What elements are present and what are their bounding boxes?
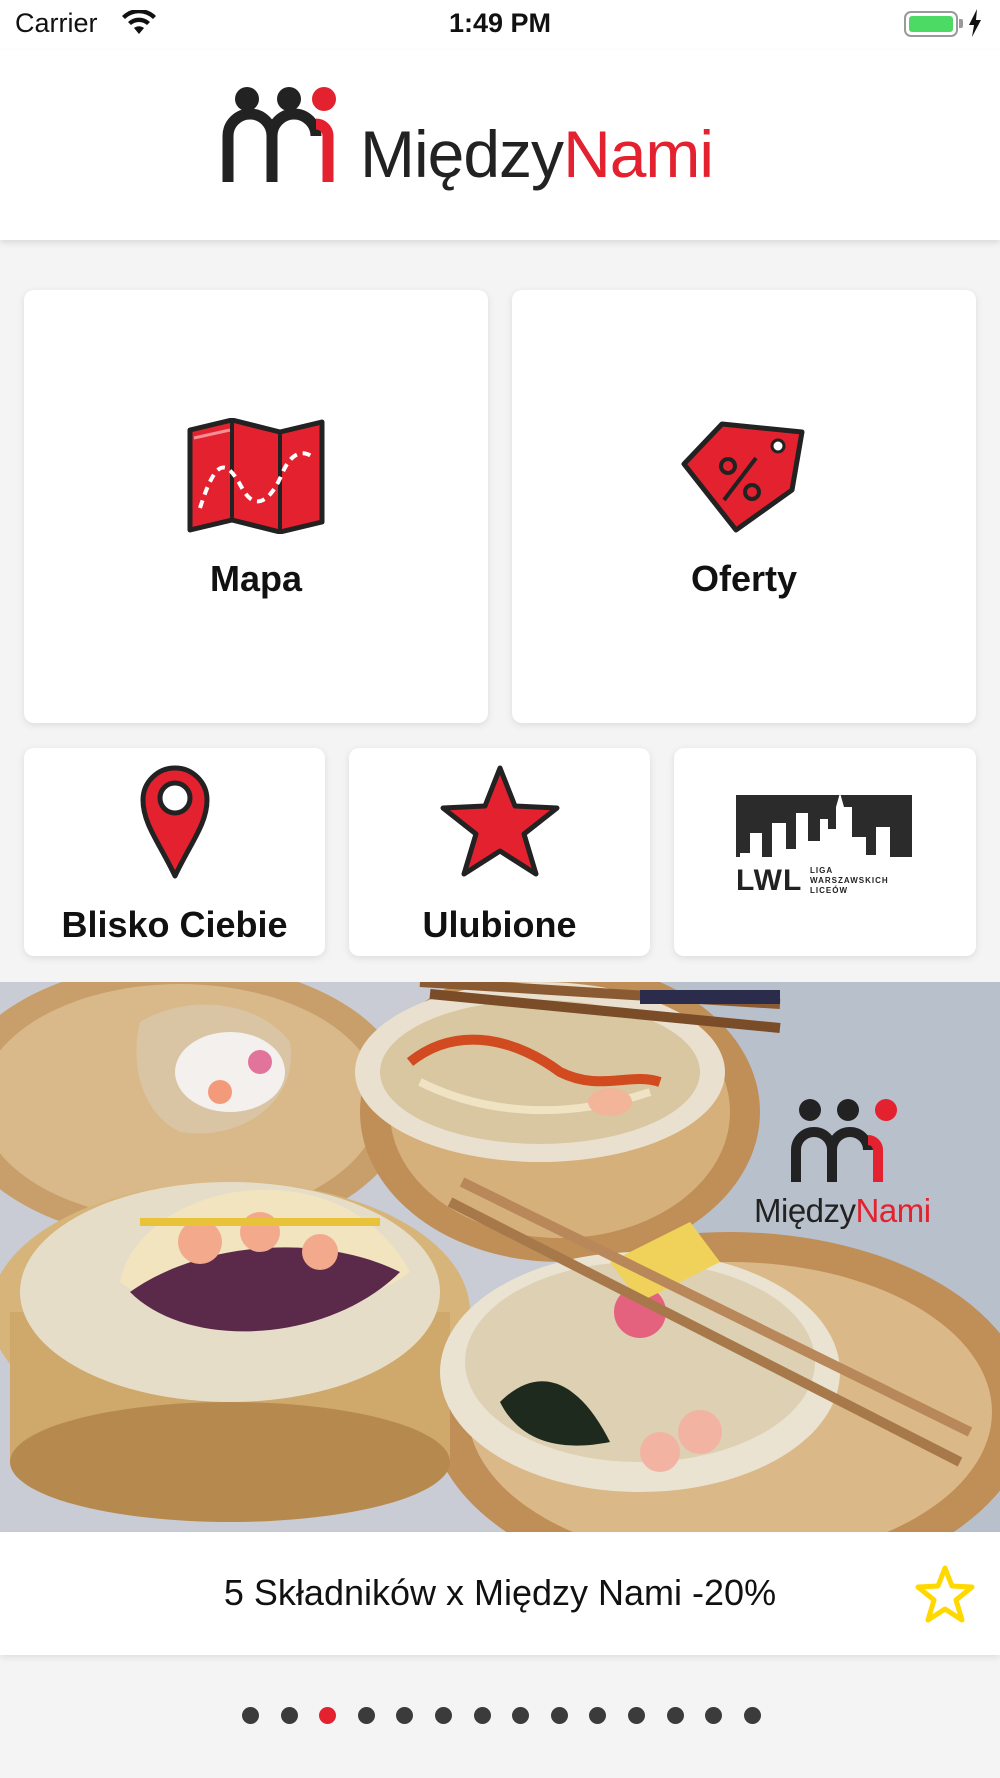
page-dot[interactable]: [512, 1707, 530, 1724]
tile-lwl[interactable]: LWL LIGA WARSZAWSKICH LICEÓW: [674, 748, 976, 956]
logo-text-dark: Między: [360, 117, 564, 191]
offer-title: 5 Składników x Między Nami -20%: [223, 1572, 777, 1613]
logo-icon: [222, 87, 336, 182]
tile-mapa-label: Mapa: [209, 558, 303, 599]
status-time: 1:49 PM: [448, 8, 552, 38]
tile-ulubione-label: Ulubione: [422, 904, 577, 945]
page-indicator[interactable]: [0, 1707, 1000, 1727]
discount-tag-icon: [681, 421, 805, 533]
page-dot[interactable]: [705, 1707, 723, 1724]
page-dot[interactable]: [357, 1707, 375, 1724]
banner-logo-text-dark: Między: [754, 1192, 856, 1229]
tile-blisko-label: Blisko Ciebie: [61, 904, 288, 945]
tile-ulubione[interactable]: Ulubione: [349, 748, 650, 956]
tile-blisko-ciebie[interactable]: Blisko Ciebie: [24, 748, 325, 956]
page-dot[interactable]: [242, 1707, 259, 1724]
tile-oferty-label: Oferty: [690, 558, 798, 599]
charging-bolt-icon: [969, 9, 981, 37]
page-dot[interactable]: [666, 1707, 684, 1724]
page-dot[interactable]: [473, 1707, 491, 1724]
lwl-subtitle: LIGA WARSZAWSKICH LICEÓW: [810, 866, 889, 896]
star-icon: [440, 765, 560, 877]
battery-icon: [904, 11, 958, 37]
location-pin-icon: [140, 765, 210, 879]
page-dot[interactable]: [319, 1707, 337, 1724]
tile-mapa[interactable]: Mapa: [24, 290, 488, 723]
tile-oferty[interactable]: Oferty: [512, 290, 976, 723]
page-dot[interactable]: [280, 1707, 298, 1724]
star-outline-icon[interactable]: [914, 1565, 976, 1623]
logo-wordmark: MiędzyNami: [360, 116, 714, 192]
banner-logo-text-red: Nami: [855, 1192, 932, 1229]
logo-text-red: Nami: [563, 117, 714, 191]
status-bar: Carrier 1:49 PM: [0, 0, 1000, 50]
page-dot[interactable]: [628, 1707, 645, 1724]
page-dot[interactable]: [589, 1707, 607, 1724]
food-photo: [0, 982, 1000, 1532]
banner-logo-text: MiędzyNami: [754, 1192, 931, 1230]
offer-caption-bar[interactable]: 5 Składników x Między Nami -20%: [0, 1532, 1000, 1655]
app-header: MiędzyNami: [0, 50, 1000, 240]
offer-banner-image[interactable]: MiędzyNami: [0, 982, 1000, 1532]
lwl-line1: LIGA: [810, 866, 834, 875]
map-icon: [187, 418, 325, 534]
page-dot[interactable]: [550, 1707, 568, 1724]
page-dot[interactable]: [743, 1707, 761, 1724]
page-dot[interactable]: [396, 1707, 414, 1724]
lwl-abbr: LWL: [736, 864, 803, 897]
lwl-line2: WARSZAWSKICH: [810, 876, 889, 885]
lwl-line3: LICEÓW: [810, 886, 848, 895]
page-dot[interactable]: [435, 1707, 452, 1724]
